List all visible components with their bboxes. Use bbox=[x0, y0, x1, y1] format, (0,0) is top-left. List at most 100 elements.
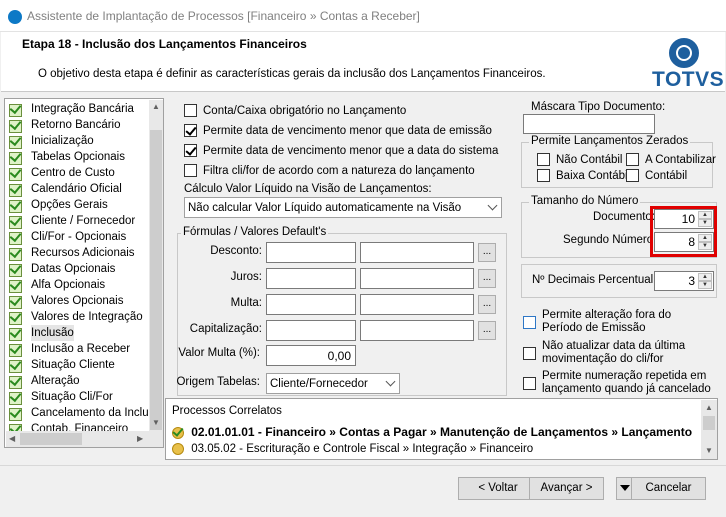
segundo-numero-value: 8 bbox=[688, 235, 695, 249]
formula-value-input[interactable] bbox=[266, 320, 356, 341]
sidebar-item[interactable]: Inclusão a Receber bbox=[9, 341, 163, 357]
formula-value-input[interactable] bbox=[266, 294, 356, 315]
steps-list[interactable]: Integração Bancária Retorno Bancário Inici… bbox=[4, 98, 164, 448]
decimais-spinner[interactable]: 3 ▲ ▼ bbox=[654, 271, 714, 291]
sidebar-item[interactable]: Centro de Custo bbox=[9, 165, 163, 181]
sidebar-item[interactable]: Inicialização bbox=[9, 133, 163, 149]
formula-expression-input[interactable] bbox=[360, 294, 474, 315]
mascara-input[interactable] bbox=[523, 114, 655, 134]
valor-multa-input[interactable]: 0,00 bbox=[266, 345, 356, 366]
contabil-label: Contábil bbox=[645, 169, 688, 182]
segundo-numero-spinner[interactable]: 8 ▲ ▼ bbox=[654, 232, 714, 252]
documento-spin-buttons[interactable]: ▲ ▼ bbox=[698, 211, 712, 227]
baixa-contabil-checkbox[interactable] bbox=[537, 169, 550, 182]
formula-browse-button[interactable]: ... bbox=[478, 243, 496, 262]
spin-up-icon[interactable]: ▲ bbox=[698, 211, 712, 219]
steps-vertical-scrollbar[interactable]: ▲ ▼ bbox=[149, 100, 163, 431]
sidebar-item[interactable]: Valores de Integração bbox=[9, 309, 163, 325]
nao-atualizar-checkbox[interactable] bbox=[523, 347, 536, 360]
sidebar-item[interactable]: Cliente / Fornecedor bbox=[9, 213, 163, 229]
sidebar-item[interactable]: Opções Gerais bbox=[9, 197, 163, 213]
venc-menor-emissao-checkbox[interactable] bbox=[184, 124, 197, 137]
sidebar-item[interactable]: Inclusão bbox=[9, 325, 163, 341]
sidebar-item[interactable]: Alteração bbox=[9, 373, 163, 389]
nao-contabil-checkbox[interactable] bbox=[537, 153, 550, 166]
sidebar-item[interactable]: Valores Opcionais bbox=[9, 293, 163, 309]
formulas-group-label: Fórmulas / Valores Default's bbox=[181, 226, 329, 238]
formula-expression-input[interactable] bbox=[360, 268, 474, 289]
completed-check-icon bbox=[9, 231, 22, 245]
sidebar-item-label: Centro de Custo bbox=[31, 167, 115, 179]
sidebar-item[interactable]: Datas Opcionais bbox=[9, 261, 163, 277]
scroll-right-arrow-icon[interactable]: ▶ bbox=[137, 434, 143, 443]
formula-expression-input[interactable] bbox=[360, 320, 474, 341]
calculo-label: Cálculo Valor Líquido na Visão de Lançam… bbox=[184, 183, 432, 195]
next-button[interactable]: Avançar > bbox=[529, 477, 604, 500]
formula-value-input[interactable] bbox=[266, 242, 356, 263]
caret-down-icon bbox=[620, 485, 630, 491]
formula-browse-button[interactable]: ... bbox=[478, 295, 496, 314]
sidebar-item-label: Cli/For - Opcionais bbox=[31, 231, 127, 243]
spin-up-icon[interactable]: ▲ bbox=[698, 273, 712, 281]
sidebar-item[interactable]: Tabelas Opcionais bbox=[9, 149, 163, 165]
venc-menor-sistema-checkbox[interactable] bbox=[184, 144, 197, 157]
conta-obrigatoria-option[interactable]: Conta/Caixa obrigatório no Lançamento bbox=[184, 104, 406, 117]
filtra-clifor-option[interactable]: Filtra cli/for de acordo com a natureza … bbox=[184, 164, 475, 177]
a-contabilizar-option[interactable]: A Contabilizar bbox=[626, 153, 716, 166]
sidebar-item[interactable]: Alfa Opcionais bbox=[9, 277, 163, 293]
filtra-clifor-label: Filtra cli/for de acordo com a natureza … bbox=[203, 164, 475, 177]
decimais-spin-buttons[interactable]: ▲ ▼ bbox=[698, 273, 712, 289]
formula-expression-input[interactable] bbox=[360, 242, 474, 263]
processos-scrollbar[interactable]: ▲ ▼ bbox=[701, 400, 717, 459]
formula-value-input[interactable] bbox=[266, 268, 356, 289]
calculo-select[interactable]: Não calcular Valor Líquido automaticamen… bbox=[184, 197, 502, 218]
sidebar-item[interactable]: Cli/For - Opcionais bbox=[9, 229, 163, 245]
sidebar-item[interactable]: Situação Cliente bbox=[9, 357, 163, 373]
origem-tabelas-value: Cliente/Fornecedor bbox=[270, 377, 368, 390]
spin-down-icon[interactable]: ▼ bbox=[698, 281, 712, 289]
sidebar-item[interactable]: Integração Bancária bbox=[9, 101, 163, 117]
spin-down-icon[interactable]: ▼ bbox=[698, 219, 712, 227]
sidebar-item[interactable]: Calendário Oficial bbox=[9, 181, 163, 197]
scroll-down-arrow-icon[interactable]: ▼ bbox=[152, 418, 160, 427]
baixa-contabil-option[interactable]: Baixa Contábil bbox=[537, 169, 630, 182]
scroll-up-arrow-icon[interactable]: ▲ bbox=[705, 403, 713, 412]
formula-browse-button[interactable]: ... bbox=[478, 269, 496, 288]
filtra-clifor-checkbox[interactable] bbox=[184, 164, 197, 177]
origem-tabelas-select[interactable]: Cliente/Fornecedor bbox=[266, 373, 400, 394]
sidebar-item[interactable]: Recursos Adicionais bbox=[9, 245, 163, 261]
contabil-checkbox[interactable] bbox=[626, 169, 639, 182]
nao-contabil-option[interactable]: Não Contábil bbox=[537, 153, 622, 166]
processos-scroll-thumb[interactable] bbox=[703, 416, 715, 430]
conta-obrigatoria-label: Conta/Caixa obrigatório no Lançamento bbox=[203, 104, 407, 117]
processo-link-1[interactable]: 02.01.01.01 - Financeiro » Contas a Paga… bbox=[172, 425, 692, 439]
venc-menor-emissao-option[interactable]: Permite data de vencimento menor que dat… bbox=[184, 124, 492, 137]
step-description: O objetivo desta etapa é definir as cara… bbox=[38, 68, 546, 80]
scroll-down-arrow-icon[interactable]: ▼ bbox=[705, 446, 713, 455]
sidebar-item[interactable]: Retorno Bancário bbox=[9, 117, 163, 133]
window-title: Assistente de Implantação de Processos [… bbox=[27, 9, 420, 23]
steps-horizontal-scrollbar[interactable]: ◀ ▶ bbox=[6, 431, 163, 447]
back-button[interactable]: < Voltar bbox=[458, 477, 538, 500]
spin-up-icon[interactable]: ▲ bbox=[698, 234, 712, 242]
segundo-spin-buttons[interactable]: ▲ ▼ bbox=[698, 234, 712, 250]
scroll-thumb[interactable] bbox=[150, 130, 162, 430]
sidebar-item[interactable]: Situação Cli/For bbox=[9, 389, 163, 405]
conta-obrigatoria-checkbox[interactable] bbox=[184, 104, 197, 117]
scroll-left-arrow-icon[interactable]: ◀ bbox=[9, 434, 15, 443]
alteracao-fora-checkbox[interactable] bbox=[523, 316, 536, 329]
scroll-up-arrow-icon[interactable]: ▲ bbox=[152, 102, 160, 111]
processo-link-2[interactable]: 03.05.02 - Escrituração e Controle Fisca… bbox=[172, 443, 533, 455]
spin-down-icon[interactable]: ▼ bbox=[698, 242, 712, 250]
hscroll-thumb[interactable] bbox=[20, 433, 82, 445]
contabil-option[interactable]: Contábil bbox=[626, 169, 687, 182]
numeracao-repetida-checkbox[interactable] bbox=[523, 377, 536, 390]
cancel-button[interactable]: Cancelar bbox=[631, 477, 706, 500]
documento-spinner[interactable]: 10 ▲ ▼ bbox=[654, 209, 714, 229]
a-contabilizar-checkbox[interactable] bbox=[626, 153, 639, 166]
sidebar-item[interactable]: Cancelamento da Inclusão bbox=[9, 405, 163, 421]
processo-2-label[interactable]: 03.05.02 - Escrituração e Controle Fisca… bbox=[191, 443, 533, 455]
formula-browse-button[interactable]: ... bbox=[478, 321, 496, 340]
venc-menor-sistema-option[interactable]: Permite data de vencimento menor que a d… bbox=[184, 144, 498, 157]
processo-1-label[interactable]: 02.01.01.01 - Financeiro » Contas a Paga… bbox=[191, 425, 692, 439]
